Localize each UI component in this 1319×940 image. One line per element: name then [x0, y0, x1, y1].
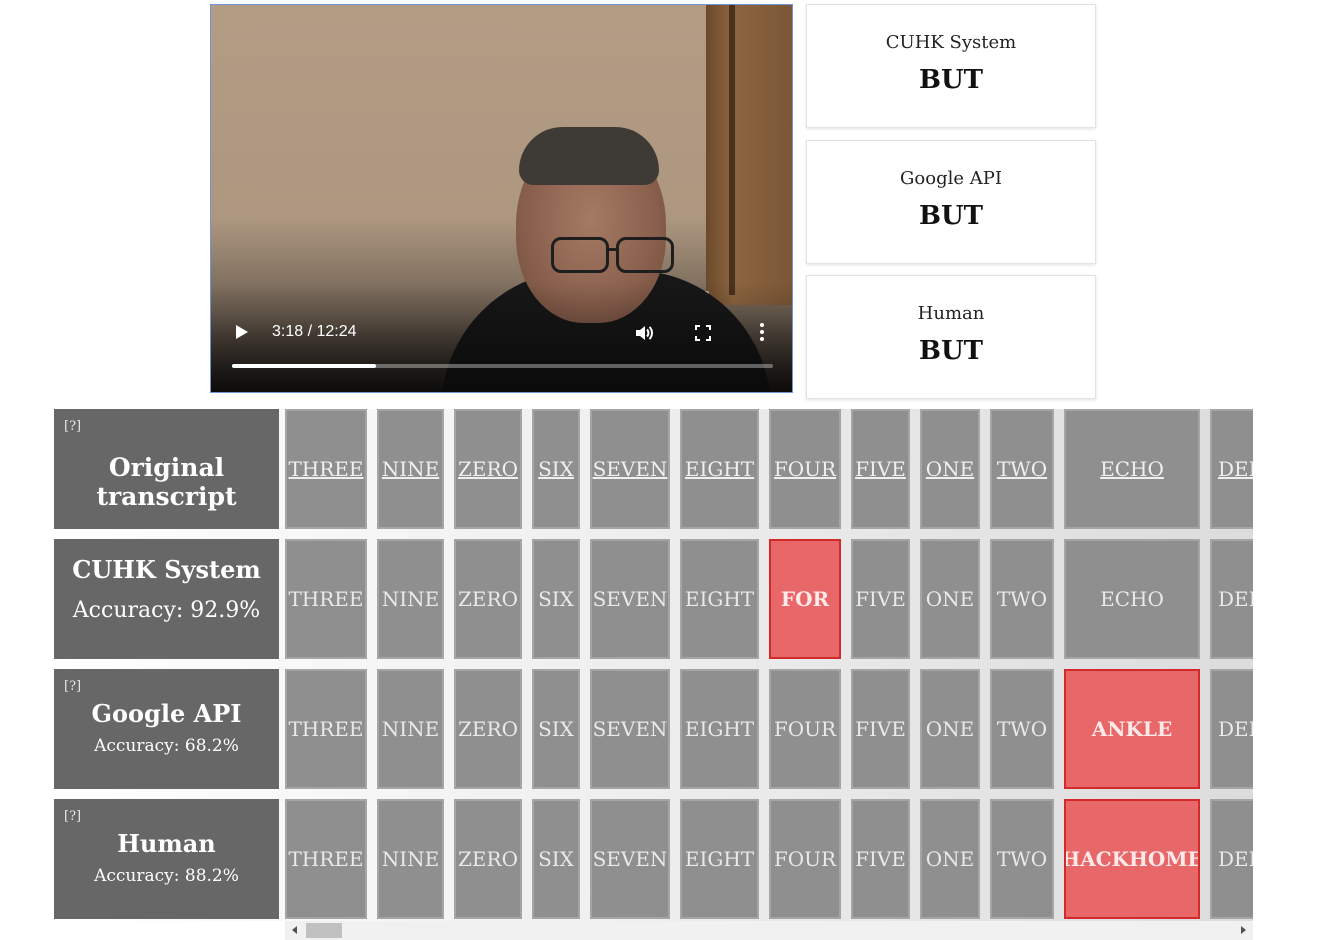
- row-label-original: [?] Original transcript: [54, 409, 279, 529]
- word-cell: SIX: [532, 669, 580, 789]
- video-progress-bar[interactable]: [232, 364, 773, 368]
- row-label-google: [?] Google API Accuracy: 68.2%: [54, 669, 279, 789]
- word-link[interactable]: DEL: [1210, 409, 1253, 529]
- word-cell: ONE: [920, 799, 980, 919]
- horizontal-scrollbar[interactable]: [285, 921, 1253, 940]
- word-cell-error: ANKLE: [1064, 669, 1200, 789]
- word-cell: SEVEN: [590, 539, 670, 659]
- word-cell: ZERO: [454, 539, 522, 659]
- help-link[interactable]: [?]: [64, 679, 81, 694]
- word-cell: SEVEN: [590, 799, 670, 919]
- word-link[interactable]: FIVE: [851, 409, 910, 529]
- word-cell: DEL: [1210, 669, 1253, 789]
- word-cell: THREE: [285, 799, 367, 919]
- word-cell-error: FOR: [769, 539, 841, 659]
- play-icon[interactable]: [236, 325, 248, 339]
- video-time: 3:18 / 12:24: [272, 323, 357, 340]
- word-cell: ZERO: [454, 669, 522, 789]
- word-link[interactable]: EIGHT: [680, 409, 759, 529]
- word-cell: TWO: [990, 799, 1054, 919]
- word-cell-error: HACKHOME: [1064, 799, 1200, 919]
- row-label-accuracy: Accuracy: 92.9%: [72, 598, 261, 623]
- word-cell: NINE: [377, 539, 444, 659]
- word-cell: ZERO: [454, 799, 522, 919]
- transcript-grid: [?] Original transcript CUHK System Accu…: [54, 409, 1253, 921]
- word-cell: THREE: [285, 669, 367, 789]
- card-word: BUT: [919, 336, 983, 366]
- word-cell: EIGHT: [680, 539, 759, 659]
- result-card-cuhk: CUHK System BUT: [806, 4, 1096, 128]
- video-progress-fill: [232, 364, 376, 368]
- word-cell: SEVEN: [590, 669, 670, 789]
- word-cell: TWO: [990, 669, 1054, 789]
- row-label-name: Google API: [91, 699, 242, 728]
- card-title: Google API: [900, 168, 1002, 189]
- row-label-name: Original transcript: [96, 453, 237, 511]
- video-frame-door: [706, 5, 792, 305]
- word-cell: SIX: [532, 799, 580, 919]
- row-label-name: CUHK System: [72, 555, 261, 584]
- word-cell: ECHO: [1064, 539, 1200, 659]
- word-cell: TWO: [990, 539, 1054, 659]
- word-cell: EIGHT: [680, 799, 759, 919]
- word-link[interactable]: SIX: [532, 409, 580, 529]
- word-link[interactable]: ECHO: [1064, 409, 1200, 529]
- word-cell: FIVE: [851, 539, 910, 659]
- scroll-left-icon[interactable]: [292, 926, 297, 934]
- word-cell: DEL: [1210, 539, 1253, 659]
- help-link[interactable]: [?]: [64, 419, 81, 434]
- word-link[interactable]: ZERO: [454, 409, 522, 529]
- word-link[interactable]: NINE: [377, 409, 444, 529]
- word-cell: NINE: [377, 799, 444, 919]
- word-link[interactable]: ONE: [920, 409, 980, 529]
- word-link[interactable]: TWO: [990, 409, 1054, 529]
- row-label-human: [?] Human Accuracy: 88.2%: [54, 799, 279, 919]
- word-cell: DEL: [1210, 799, 1253, 919]
- word-cell: THREE: [285, 539, 367, 659]
- word-cell: FIVE: [851, 799, 910, 919]
- volume-icon[interactable]: [634, 323, 654, 343]
- word-link[interactable]: FOUR: [769, 409, 841, 529]
- video-player[interactable]: 3:18 / 12:24: [210, 4, 793, 393]
- word-cell: FIVE: [851, 669, 910, 789]
- row-label-accuracy: Accuracy: 88.2%: [94, 866, 239, 886]
- help-link[interactable]: [?]: [64, 809, 81, 824]
- word-cell: NINE: [377, 669, 444, 789]
- row-label-cuhk: CUHK System Accuracy: 92.9%: [54, 539, 279, 659]
- card-title: Human: [917, 303, 985, 324]
- row-label-accuracy: Accuracy: 68.2%: [94, 736, 239, 756]
- scrollbar-thumb[interactable]: [306, 923, 342, 938]
- word-cell: EIGHT: [680, 669, 759, 789]
- scroll-right-icon[interactable]: [1241, 926, 1246, 934]
- row-label-name: Human: [117, 829, 216, 858]
- word-cell: FOUR: [769, 669, 841, 789]
- card-title: CUHK System: [885, 32, 1017, 53]
- more-options-icon[interactable]: [759, 323, 765, 343]
- word-cell: ONE: [920, 539, 980, 659]
- fullscreen-icon[interactable]: [695, 325, 711, 341]
- result-card-google: Google API BUT: [806, 140, 1096, 264]
- word-cell: ONE: [920, 669, 980, 789]
- word-link[interactable]: SEVEN: [590, 409, 670, 529]
- card-word: BUT: [919, 201, 983, 231]
- result-card-human: Human BUT: [806, 275, 1096, 399]
- word-cell: FOUR: [769, 799, 841, 919]
- word-link[interactable]: THREE: [285, 409, 367, 529]
- word-cell: SIX: [532, 539, 580, 659]
- card-word: BUT: [919, 65, 983, 95]
